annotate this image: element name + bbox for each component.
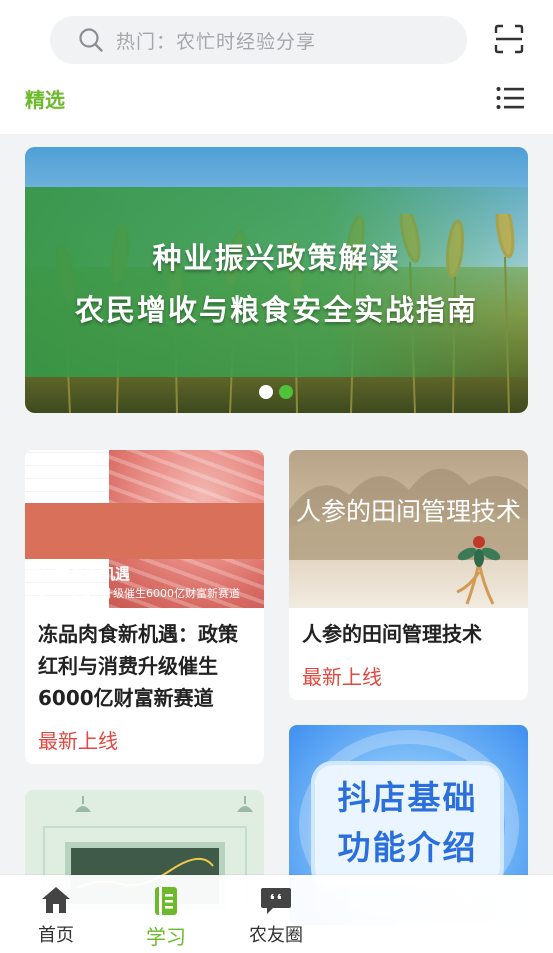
thumbnail-title: 人参的田间管理技术 — [295, 497, 521, 526]
nav-fade — [300, 875, 553, 953]
bottom-navigation: 首页 学习 农友圈 — [0, 875, 553, 953]
nav-home-label: 首页 — [38, 925, 74, 946]
carousel-dot-active[interactable] — [279, 385, 293, 399]
carousel-dot[interactable] — [259, 385, 273, 399]
course-card[interactable]: 人参的田间管理技术 人参的田间管理技术 最新上线 — [289, 450, 528, 700]
banner-subtitle: 农民增收与粮食安全实战指南 — [74, 293, 478, 327]
home-icon — [42, 887, 70, 913]
course-title: 冻品肉食新机遇：政策红利与消费升级催生6000亿财富新赛道 — [38, 622, 238, 710]
ceiling-lamp-icon — [237, 796, 253, 812]
course-card[interactable]: 冻品肉食新机遇 政策红利与消费升级催生6000亿财富新赛道 冻品肉食新机遇：政策… — [25, 450, 264, 764]
banner-overlay — [25, 187, 528, 377]
banner-title: 种业振兴政策解读 — [152, 241, 401, 275]
chat-bubble-icon — [261, 888, 291, 914]
course-title: 人参的田间管理技术 — [302, 622, 482, 646]
new-release-tag: 最新上线 — [38, 729, 118, 753]
course-thumbnail: 冻品肉食新机遇 政策红利与消费升级催生6000亿财富新赛道 — [25, 450, 264, 608]
ceiling-lamp-icon — [75, 796, 91, 812]
thumbnail-caption-title: 冻品肉食新机遇 — [25, 565, 131, 583]
top-bar: 热门：农忙时经验分享 精选 — [0, 0, 553, 134]
book-icon — [155, 887, 177, 915]
list-menu-icon[interactable] — [496, 86, 524, 110]
thumbnail-title-line2: 功能介绍 — [337, 828, 478, 867]
nav-community-label: 农友圈 — [249, 925, 303, 946]
carousel-indicator — [259, 385, 293, 399]
course-thumbnail: 人参的田间管理技术 — [289, 450, 528, 608]
nav-learn[interactable]: 学习 — [121, 885, 211, 950]
tab-featured[interactable]: 精选 — [25, 84, 65, 113]
banner-carousel[interactable]: 种业振兴政策解读 农民增收与粮食安全实战指南 — [25, 147, 528, 413]
scan-icon[interactable] — [494, 24, 524, 54]
nav-learn-label: 学习 — [146, 925, 186, 949]
thumbnail-title-line1: 抖店基础 — [337, 778, 478, 817]
thumbnail-caption-subtitle: 政策红利与消费升级催生6000亿财富新赛道 — [25, 587, 240, 600]
nav-community[interactable]: 农友圈 — [231, 885, 321, 947]
thumbnail-title-plate: 抖店基础 功能介绍 — [311, 761, 504, 889]
search-icon — [79, 28, 103, 52]
search-placeholder: 热门：农忙时经验分享 — [116, 30, 317, 53]
nav-home[interactable]: 首页 — [11, 885, 101, 947]
search-bar[interactable]: 热门：农忙时经验分享 — [50, 16, 467, 64]
ginseng-illustration — [456, 536, 501, 605]
thumbnail-caption-strip: 冻品肉食新机遇 政策红利与消费升级催生6000亿财富新赛道 — [25, 503, 264, 600]
new-release-tag: 最新上线 — [302, 665, 382, 689]
